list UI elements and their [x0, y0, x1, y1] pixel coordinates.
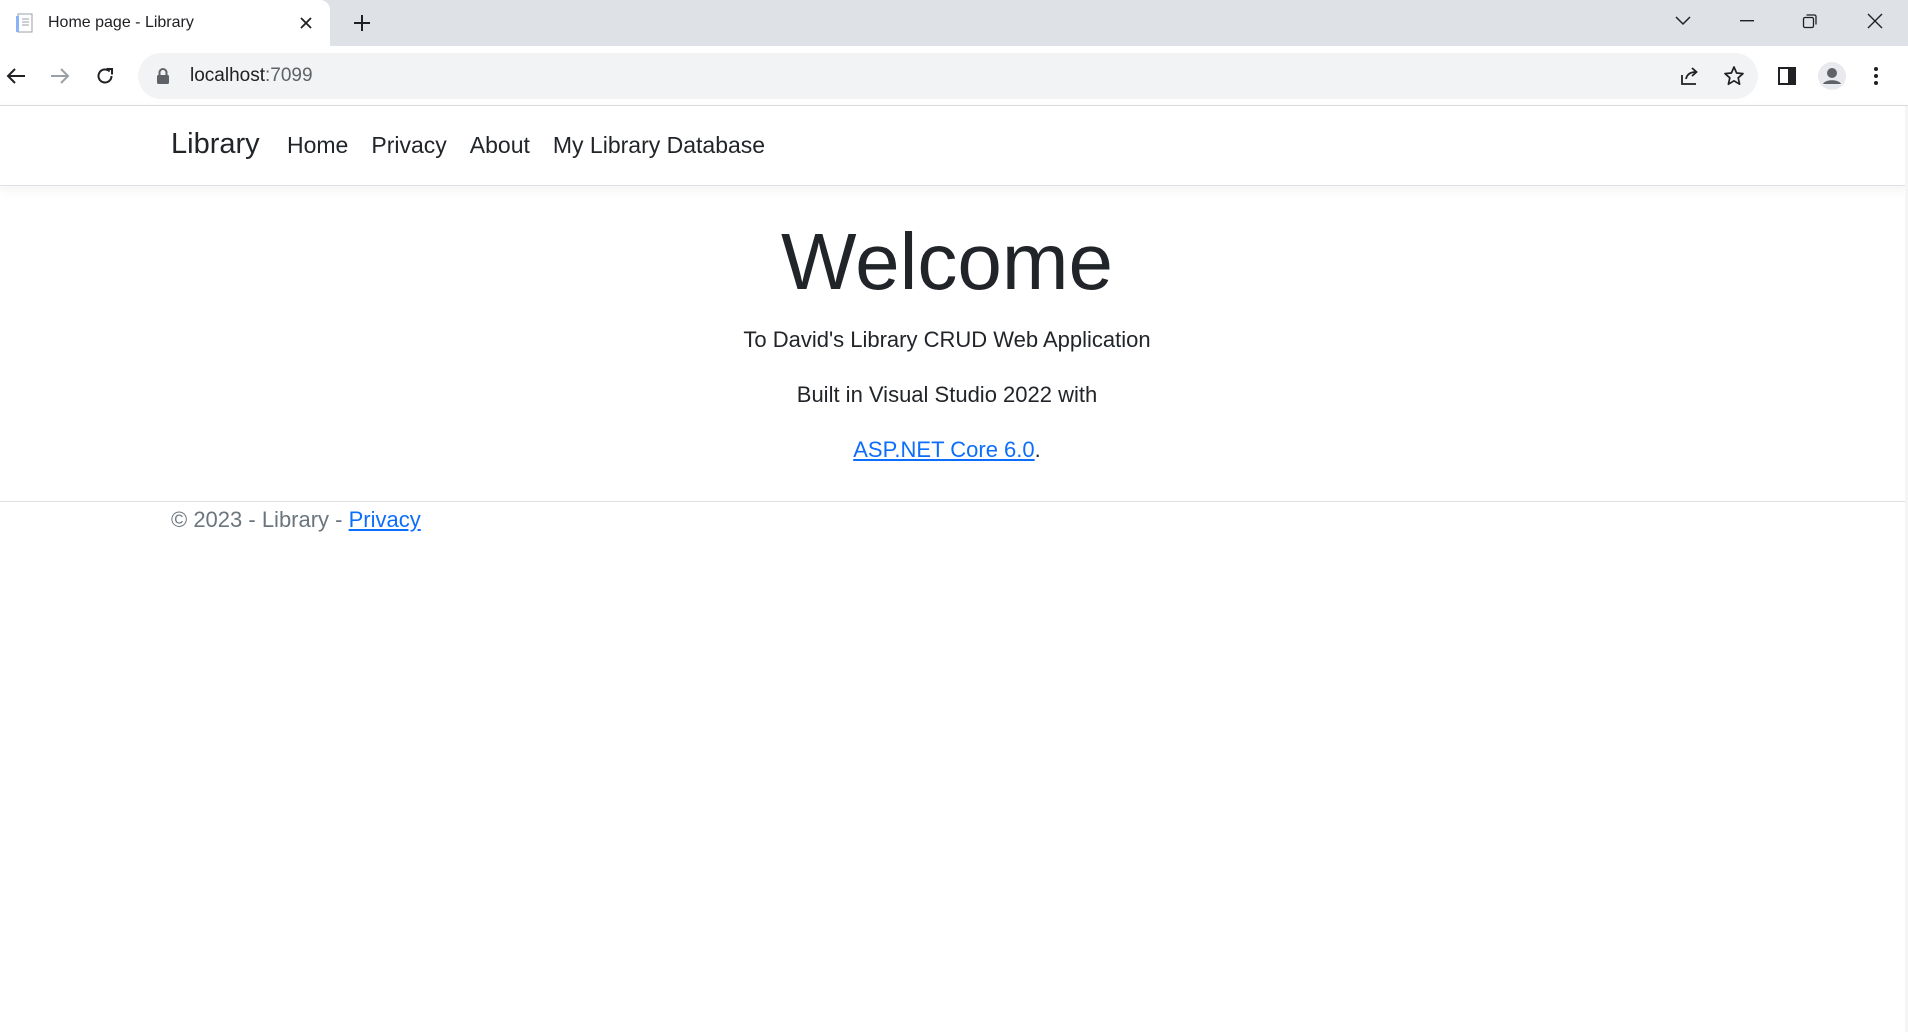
url-text[interactable]: localhost:7099	[190, 65, 1670, 87]
welcome-heading: Welcome	[781, 217, 1113, 306]
document-icon	[14, 12, 36, 34]
browser-toolbar: localhost:7099	[0, 46, 1908, 106]
lock-icon[interactable]	[154, 67, 172, 85]
address-bar[interactable]: localhost:7099	[138, 53, 1758, 99]
reload-icon[interactable]	[87, 58, 123, 94]
tab-strip: Home page - Library	[0, 0, 1908, 46]
forward-arrow-icon[interactable]	[42, 58, 78, 94]
back-arrow-icon[interactable]	[0, 58, 34, 94]
built-with-text: Built in Visual Studio 2022 with	[796, 382, 1098, 407]
nav-link-my-library-database[interactable]: My Library Database	[553, 132, 765, 159]
nav-link-home[interactable]: Home	[287, 132, 348, 159]
browser-tab[interactable]: Home page - Library	[0, 0, 330, 46]
close-icon[interactable]	[1844, 0, 1906, 42]
welcome-section: Welcome To David's Library CRUD Web Appl…	[0, 214, 1894, 465]
welcome-subtitle: To David's Library CRUD Web Application	[743, 327, 1151, 352]
nav-links: Home Privacy About My Library Database	[287, 132, 788, 159]
link-suffix: .	[1034, 437, 1041, 462]
star-icon[interactable]	[1714, 56, 1754, 96]
plus-icon[interactable]	[348, 9, 376, 37]
share-icon[interactable]	[1670, 56, 1710, 96]
side-panel-icon[interactable]	[1769, 58, 1805, 94]
site-footer: © 2023 - Library - Privacy	[0, 501, 1908, 562]
footer-text: © 2023 - Library - Privacy	[171, 507, 421, 533]
minimize-icon[interactable]	[1716, 0, 1778, 42]
tab-title: Home page - Library	[48, 14, 194, 31]
web-page: Library Home Privacy About My Library Da…	[0, 106, 1908, 1032]
framework-line: ASP.NET Core 6.0.	[0, 435, 1894, 465]
url-host: localhost	[190, 65, 265, 86]
close-icon[interactable]	[292, 9, 320, 37]
aspnet-core-link[interactable]: ASP.NET Core 6.0	[853, 437, 1034, 462]
restore-icon[interactable]	[1779, 0, 1841, 42]
copyright-text: © 2023 - Library -	[171, 507, 349, 532]
nav-link-privacy[interactable]: Privacy	[371, 132, 446, 159]
kebab-menu-icon[interactable]	[1858, 58, 1894, 94]
site-navbar: Library Home Privacy About My Library Da…	[0, 106, 1908, 186]
profile-icon[interactable]	[1814, 58, 1850, 94]
url-port: :7099	[265, 65, 313, 86]
nav-link-about[interactable]: About	[470, 132, 530, 159]
navbar-brand[interactable]: Library	[171, 128, 260, 161]
chevron-down-icon[interactable]	[1652, 0, 1714, 42]
footer-privacy-link[interactable]: Privacy	[349, 507, 421, 532]
